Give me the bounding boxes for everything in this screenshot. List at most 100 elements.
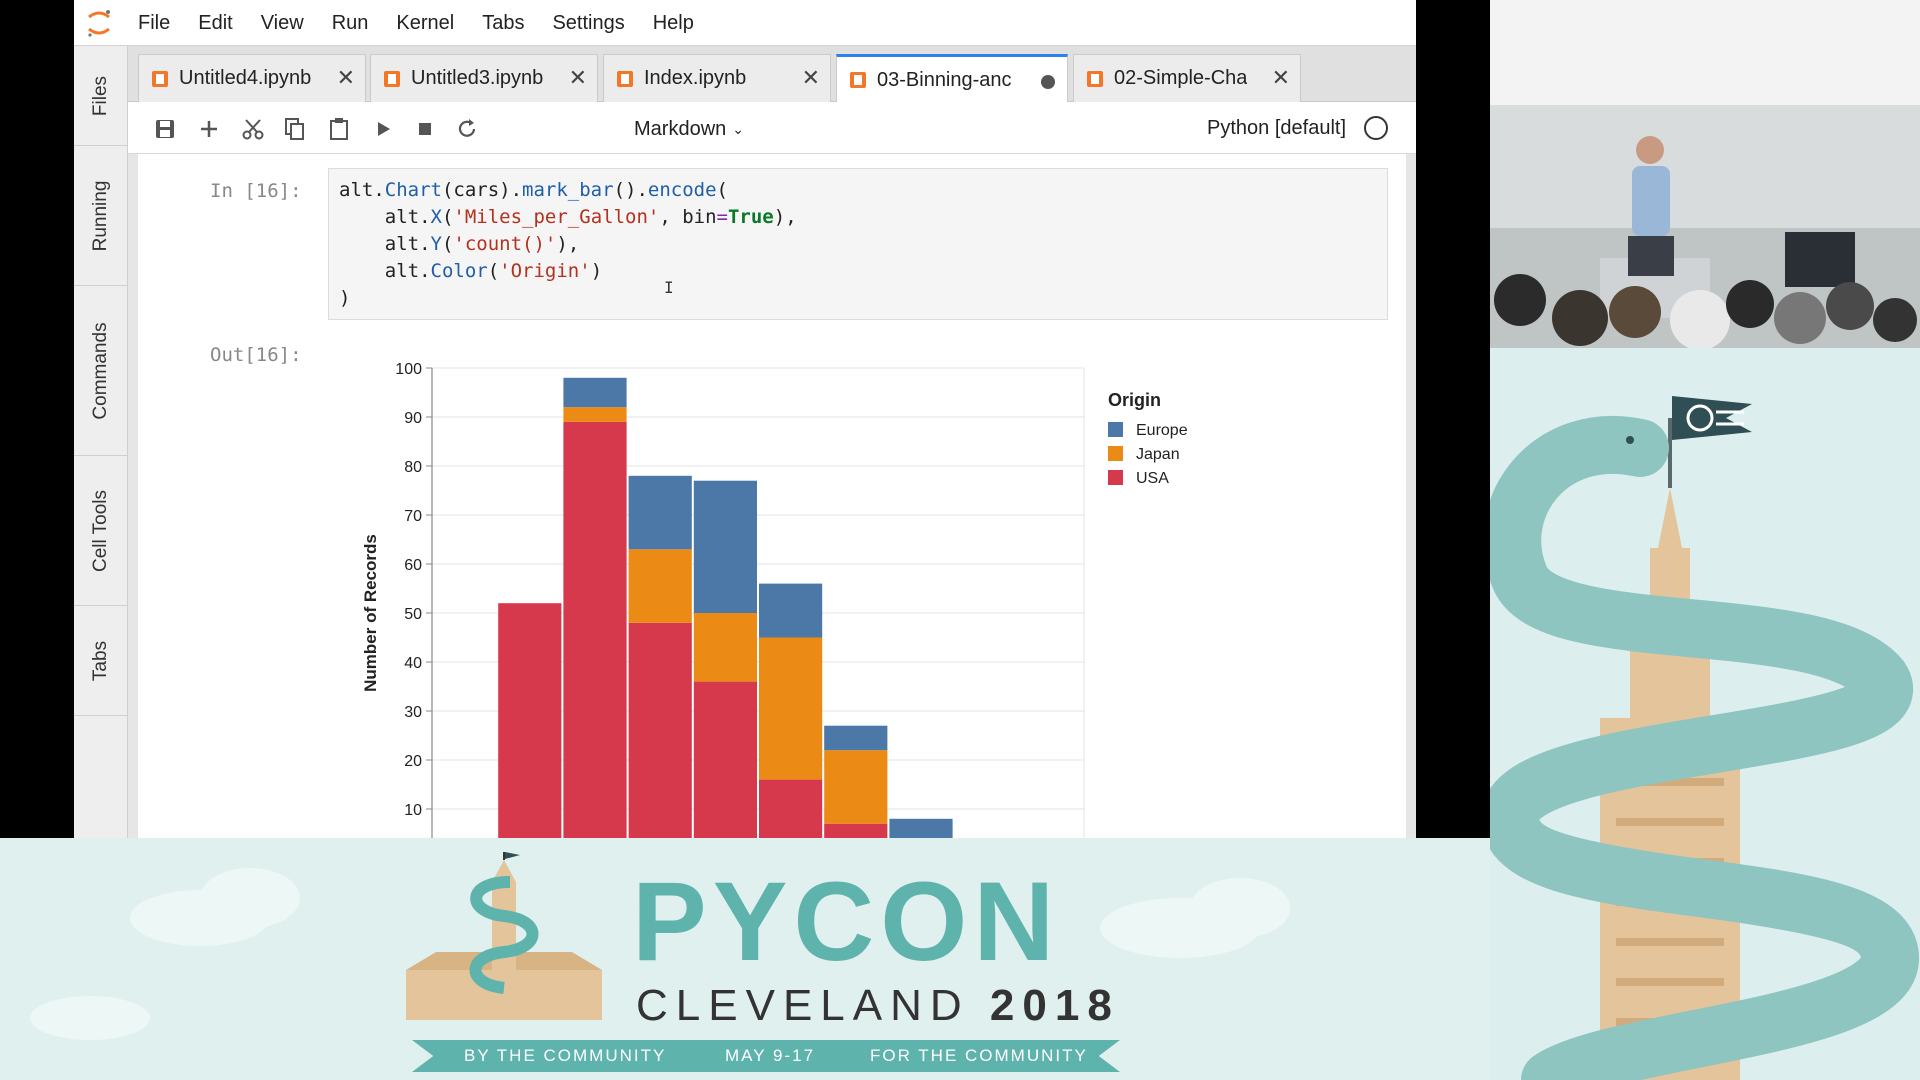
sidebar-tab-label: Running bbox=[90, 180, 111, 251]
legend-label-usa: USA bbox=[1136, 470, 1169, 487]
legend-swatch-europe bbox=[1108, 422, 1123, 437]
tab-label: Index.ipynb bbox=[644, 67, 747, 89]
sidebar-tab-cell-tools[interactable]: Cell Tools bbox=[74, 456, 128, 606]
y-tick-label: 50 bbox=[404, 606, 422, 623]
main-area: Untitled4.ipynb ✕ Untitled3.ipynb ✕ Inde… bbox=[128, 46, 1416, 838]
bar-japan bbox=[628, 549, 692, 623]
menu-kernel[interactable]: Kernel bbox=[382, 0, 468, 46]
y-tick-label: 20 bbox=[404, 753, 422, 770]
bar-europe bbox=[824, 725, 888, 751]
tab-03-binning[interactable]: 03-Binning-anc bbox=[836, 54, 1068, 103]
tab-label: Untitled4.ipynb bbox=[179, 67, 312, 89]
close-icon[interactable]: ✕ bbox=[569, 65, 587, 91]
stop-icon bbox=[419, 123, 431, 135]
bar-europe bbox=[889, 818, 953, 838]
menu-help[interactable]: Help bbox=[639, 0, 708, 46]
sidebar-tab-tabs[interactable]: Tabs bbox=[74, 606, 128, 716]
bar-japan bbox=[759, 637, 823, 780]
bar-usa bbox=[628, 622, 692, 838]
y-tick-label: 70 bbox=[404, 508, 422, 525]
tab-index[interactable]: Index.ipynb ✕ bbox=[603, 54, 831, 102]
left-sidebar: Files Running Commands Cell Tools Tabs bbox=[74, 46, 128, 838]
pycon-tagline-ribbon: BY THE COMMUNITY MAY 9-17 FOR THE COMMUN… bbox=[412, 1040, 1120, 1072]
sidebar-tab-label: Tabs bbox=[90, 640, 111, 681]
tower-serpent-illustration bbox=[1490, 396, 1920, 1080]
pycon-city-year: CLEVELAND 2018 bbox=[636, 984, 1120, 1028]
stop-button[interactable] bbox=[410, 114, 440, 144]
restart-icon bbox=[458, 119, 476, 137]
save-button[interactable] bbox=[150, 114, 180, 144]
jupyter-logo-icon bbox=[74, 0, 124, 46]
sidebar-tab-files[interactable]: Files bbox=[74, 46, 128, 146]
y-axis-title: Number of Records bbox=[361, 534, 380, 692]
bar-usa bbox=[759, 779, 823, 838]
legend-label-japan: Japan bbox=[1136, 446, 1180, 463]
sidebar-tab-label: Cell Tools bbox=[90, 489, 111, 572]
run-button[interactable] bbox=[368, 114, 398, 144]
cell-type-dropdown[interactable]: Markdown ⌄ bbox=[634, 114, 744, 144]
kernel-name[interactable]: Python [default] bbox=[1207, 117, 1346, 140]
sidebar-tab-running[interactable]: Running bbox=[74, 146, 128, 286]
cell-type-value: Markdown bbox=[634, 117, 727, 140]
kernel-status-icon bbox=[1364, 116, 1388, 140]
speaker-video-image bbox=[1490, 0, 1920, 348]
pycon-wordmark: PYCON bbox=[632, 859, 1061, 984]
notebook-icon bbox=[1087, 70, 1103, 87]
unsaved-dot-icon[interactable] bbox=[1041, 75, 1055, 89]
menu-bar: File Edit View Run Kernel Tabs Settings … bbox=[74, 0, 1416, 46]
cut-icon bbox=[242, 119, 264, 140]
notebook-panel[interactable]: In [16]: alt.Chart(cars).mark_bar().enco… bbox=[138, 154, 1406, 838]
bar-europe bbox=[759, 583, 823, 638]
legend-title: Origin bbox=[1108, 390, 1161, 410]
tab-label: Untitled3.ipynb bbox=[411, 67, 544, 89]
pycon-side-banner bbox=[1490, 348, 1920, 1080]
speaker-camera-feed bbox=[1490, 0, 1920, 348]
notebook-toolbar: Markdown ⌄ Python [default] bbox=[128, 102, 1416, 154]
close-icon[interactable]: ✕ bbox=[1272, 65, 1290, 91]
legend-swatch-usa bbox=[1108, 470, 1123, 485]
y-tick-label: 90 bbox=[404, 410, 422, 427]
bar-usa bbox=[824, 823, 888, 838]
add-cell-button[interactable] bbox=[194, 114, 224, 144]
menu-edit[interactable]: Edit bbox=[184, 0, 246, 46]
tab-label: 03-Binning-anc bbox=[877, 68, 1012, 91]
bar-japan bbox=[693, 613, 757, 682]
y-tick-label: 40 bbox=[404, 655, 422, 672]
restart-button[interactable] bbox=[452, 114, 482, 144]
bar-usa bbox=[563, 421, 627, 838]
legend-label-europe: Europe bbox=[1136, 422, 1188, 439]
bar-japan bbox=[563, 407, 627, 422]
copy-button[interactable] bbox=[280, 114, 310, 144]
sidebar-tab-label: Files bbox=[90, 75, 111, 116]
y-tick-label: 30 bbox=[404, 704, 422, 721]
menu-file[interactable]: File bbox=[124, 0, 184, 46]
menu-tabs[interactable]: Tabs bbox=[468, 0, 538, 46]
add-cell-icon bbox=[201, 121, 217, 137]
cut-button[interactable] bbox=[238, 114, 268, 144]
close-icon[interactable]: ✕ bbox=[802, 65, 820, 91]
notebook-icon bbox=[617, 70, 633, 87]
notebook-icon bbox=[850, 72, 866, 88]
save-icon bbox=[156, 120, 174, 138]
menu-run[interactable]: Run bbox=[318, 0, 383, 46]
paste-button[interactable] bbox=[324, 114, 354, 144]
tab-untitled3[interactable]: Untitled3.ipynb ✕ bbox=[370, 54, 598, 102]
bar-europe bbox=[693, 480, 757, 613]
tab-02-simple[interactable]: 02-Simple-Cha ✕ bbox=[1073, 54, 1301, 102]
menu-settings[interactable]: Settings bbox=[538, 0, 638, 46]
bar-usa bbox=[498, 603, 562, 838]
menu-view[interactable]: View bbox=[247, 0, 318, 46]
bar-europe bbox=[563, 377, 627, 408]
tab-untitled4[interactable]: Untitled4.ipynb ✕ bbox=[138, 54, 366, 102]
y-tick-label: 100 bbox=[395, 361, 422, 378]
pycon-year: 2018 bbox=[989, 981, 1120, 1030]
legend-swatch-japan bbox=[1108, 446, 1123, 461]
sidebar-tab-commands[interactable]: Commands bbox=[74, 286, 128, 456]
close-icon[interactable]: ✕ bbox=[337, 65, 355, 91]
tagline-dates: MAY 9-17 bbox=[725, 1046, 816, 1065]
sidebar-tab-label: Commands bbox=[90, 321, 111, 420]
document-tab-bar: Untitled4.ipynb ✕ Untitled3.ipynb ✕ Inde… bbox=[128, 46, 1416, 103]
tagline-by-community: BY THE COMMUNITY bbox=[464, 1046, 667, 1065]
bar-japan bbox=[824, 750, 888, 824]
jupyterlab-window: File Edit View Run Kernel Tabs Settings … bbox=[74, 0, 1416, 838]
